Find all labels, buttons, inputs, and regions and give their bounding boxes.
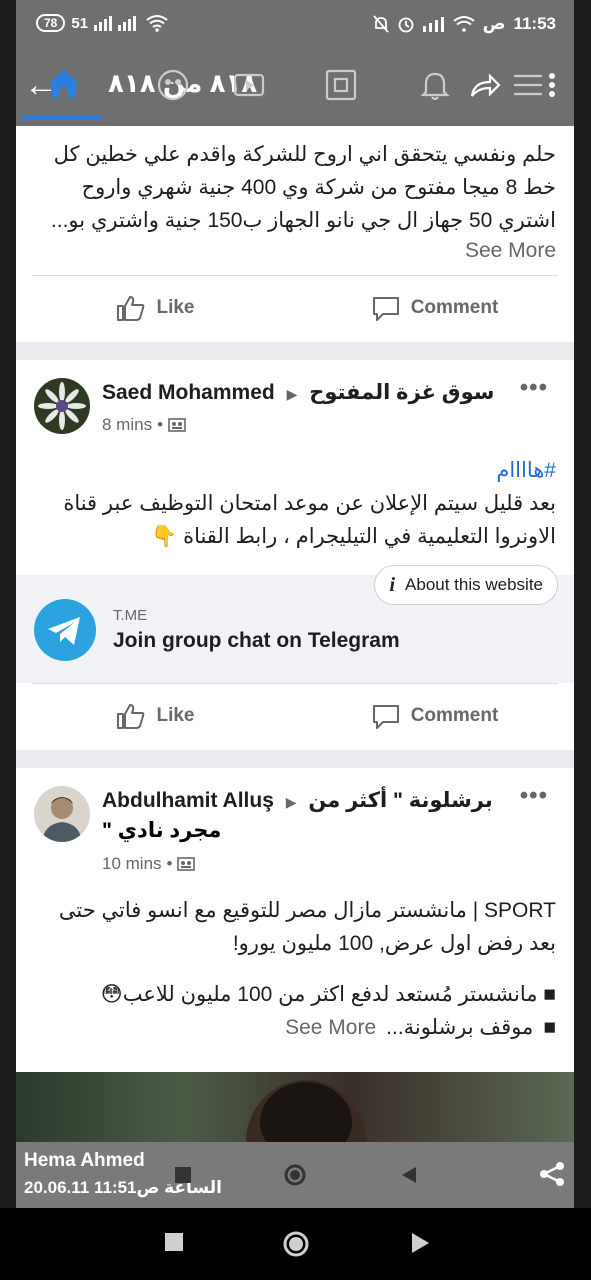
- author-name[interactable]: Saed Mohammed: [102, 381, 275, 404]
- stop-square-icon: [175, 1167, 191, 1183]
- player-photo-image: [246, 1080, 366, 1142]
- comment-label: Comment: [410, 705, 499, 726]
- post-meta: 8 mins •: [102, 415, 186, 435]
- arrow-right-icon: ▶: [285, 794, 297, 810]
- post-card-3: Abdulhamit Alluş ▶ برشلونة " أكثر من مجر…: [16, 768, 574, 1072]
- like-button[interactable]: Like: [16, 294, 295, 322]
- bullet-item: ■ موقف برشلونة... See More: [16, 1011, 574, 1044]
- see-more-link[interactable]: See More: [16, 239, 574, 263]
- screen-frame: 78 51 ص 11:53 ← ٨١٨ من ٨١٨ حلم ونفسي يتح…: [16, 0, 574, 1208]
- group-name[interactable]: برشلونة " أكثر من: [308, 789, 492, 812]
- photo-info-overlay: Hema Ahmed 20.06.11 الساعة ص11:51: [16, 1142, 574, 1208]
- post-text: حلم ونفسي يتحقق اني اروح للشركة واقدم عل…: [50, 143, 556, 232]
- like-label: Like: [156, 705, 195, 726]
- avatar[interactable]: [34, 786, 90, 842]
- post-body: SPORT | مانشستر مازال مصر للتوقيع مع انس…: [58, 899, 556, 955]
- like-thumb-icon: [117, 704, 145, 729]
- see-more-link[interactable]: See More: [285, 1011, 376, 1044]
- clock: 11:53: [513, 14, 556, 33]
- back-triangle-icon: [402, 1167, 416, 1183]
- avatar[interactable]: [34, 378, 90, 434]
- about-label: About this website: [405, 575, 543, 594]
- post-author-line: Saed Mohammed ▶ سوق غزة المفتوح: [102, 378, 514, 409]
- group-audience-icon: [168, 418, 186, 432]
- link-title[interactable]: Join group chat on Telegram: [113, 629, 400, 653]
- marketplace-icon[interactable]: [324, 68, 358, 102]
- watch-icon[interactable]: [232, 68, 266, 102]
- wifi-icon: [146, 15, 168, 32]
- comment-button[interactable]: Comment: [295, 702, 574, 730]
- like-thumb-icon: [117, 296, 145, 321]
- alarm-icon: [398, 17, 413, 33]
- comment-button[interactable]: Comment: [295, 294, 574, 322]
- pointing-down-emoji: 👇: [151, 525, 178, 548]
- post-time[interactable]: 10 mins: [102, 854, 162, 874]
- status-bar: 78 51 ص 11:53: [16, 0, 574, 46]
- post-body: بعد قليل سيتم الإعلان عن موعد امتحان الت…: [63, 492, 556, 548]
- post-options-icon[interactable]: •••: [520, 782, 548, 810]
- recent-apps-icon[interactable]: [164, 1232, 184, 1252]
- overflow-menu-icon[interactable]: [546, 68, 558, 102]
- home-icon[interactable]: [44, 64, 84, 104]
- top-navigation: ← ٨١٨ من ٨١٨: [16, 46, 574, 126]
- signal-text: 51: [71, 14, 89, 32]
- wifi-icon-right: [452, 16, 475, 32]
- home-active-indicator: [22, 116, 102, 120]
- system-navigation-bar: [0, 1208, 591, 1280]
- home-button-icon[interactable]: [282, 1230, 310, 1258]
- battery-indicator: 78: [36, 14, 66, 32]
- post-text: #هاااام بعد قليل سيتم الإعلان عن موعد ام…: [16, 454, 574, 553]
- post-meta: 10 mins •: [102, 854, 196, 874]
- bullet-item: ■ مانشستر مُستعد لدفع اكثر من 100 مليون …: [100, 983, 556, 1006]
- mute-icon: [372, 15, 389, 33]
- ampm-label: ص: [482, 14, 506, 33]
- post-card-2: Saed Mohammed ▶ سوق غزة المفتوح 8 mins •…: [16, 360, 574, 750]
- flushed-face-emoji: 😳: [100, 983, 123, 1006]
- group-name-continued[interactable]: مجرد نادي ": [102, 818, 221, 843]
- arrow-right-icon: ▶: [286, 386, 298, 402]
- about-website-button[interactable]: i About this website: [374, 565, 558, 605]
- hashtag-link[interactable]: #هاااام: [34, 454, 556, 487]
- square-bullet-icon: ■: [543, 1016, 556, 1039]
- post-author-line: Abdulhamit Alluş ▶ برشلونة " أكثر من: [102, 786, 514, 817]
- back-button-icon[interactable]: [410, 1232, 430, 1254]
- like-button[interactable]: Like: [16, 702, 295, 730]
- share-forward-icon[interactable]: [468, 68, 502, 102]
- signal-icon-right: [422, 17, 444, 32]
- like-label: Like: [156, 297, 195, 318]
- notifications-bell-icon[interactable]: [418, 68, 452, 102]
- post-options-icon[interactable]: •••: [520, 374, 548, 402]
- home-circle-icon: [284, 1164, 306, 1186]
- group-name[interactable]: سوق غزة المفتوح: [309, 381, 494, 404]
- group-audience-icon: [177, 857, 196, 871]
- avatar-flower-image: [34, 378, 90, 434]
- info-icon: i: [389, 573, 396, 596]
- comment-label: Comment: [410, 297, 499, 318]
- menu-icon[interactable]: [512, 68, 546, 102]
- overlay-author-name: Hema Ahmed: [24, 1150, 145, 1171]
- post-time[interactable]: 8 mins: [102, 415, 152, 435]
- avatar-person-image: [34, 786, 90, 842]
- share-icon[interactable]: [538, 1160, 566, 1188]
- author-name[interactable]: Abdulhamit Alluş: [102, 789, 274, 812]
- square-bullet-icon: ■: [537, 983, 556, 1006]
- link-preview[interactable]: i About this website T.ME Join group cha…: [16, 565, 574, 683]
- signal-icon: [94, 16, 137, 31]
- telegram-logo-icon: [34, 599, 96, 661]
- post-photo[interactable]: [16, 1072, 574, 1142]
- comment-bubble-icon: [372, 705, 399, 729]
- post-card-1: حلم ونفسي يتحقق اني اروح للشركة واقدم عل…: [16, 126, 574, 342]
- comment-bubble-icon: [372, 297, 399, 321]
- link-domain: T.ME: [113, 607, 148, 624]
- groups-icon[interactable]: [156, 68, 190, 102]
